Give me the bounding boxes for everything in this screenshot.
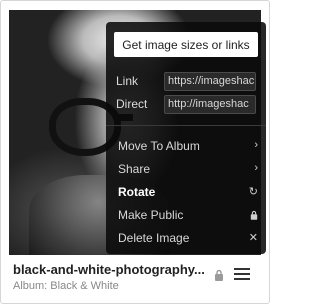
direct-url-field[interactable]: http://imageshac bbox=[164, 95, 256, 114]
direct-link-row: Direct http://imageshac bbox=[116, 95, 258, 114]
chevron-right-icon: › bbox=[254, 162, 258, 174]
menu-item-label: Rotate bbox=[118, 185, 156, 199]
album-label[interactable]: Album: Black & White bbox=[13, 280, 119, 292]
direct-label: Direct bbox=[116, 97, 148, 111]
image-options-menu: Get image sizes or links Link https://im… bbox=[106, 22, 266, 254]
chevron-right-icon: › bbox=[254, 139, 258, 151]
share-item[interactable]: Share › bbox=[118, 161, 258, 179]
rotate-icon: ↻ bbox=[248, 186, 258, 198]
lock-icon bbox=[215, 269, 223, 281]
move-to-album-item[interactable]: Move To Album › bbox=[118, 138, 258, 156]
image-title[interactable]: black-and-white-photography... bbox=[13, 262, 209, 277]
lock-icon bbox=[250, 210, 258, 220]
menu-item-label: Make Public bbox=[118, 208, 184, 222]
menu-divider bbox=[106, 125, 266, 126]
link-label: Link bbox=[116, 74, 139, 88]
make-public-item[interactable]: Make Public bbox=[118, 207, 258, 225]
delete-image-item[interactable]: Delete Image ✕ bbox=[118, 230, 258, 248]
link-row: Link https://imageshac bbox=[116, 72, 258, 91]
menu-item-label: Delete Image bbox=[118, 231, 190, 245]
link-url-field[interactable]: https://imageshac bbox=[164, 72, 256, 91]
get-image-sizes-button[interactable]: Get image sizes or links bbox=[114, 32, 258, 57]
hamburger-menu-icon[interactable] bbox=[234, 267, 250, 281]
image-card: black-and-white-photography... Album: Bl… bbox=[0, 0, 270, 304]
menu-item-label: Move To Album bbox=[118, 139, 200, 153]
menu-item-label: Share bbox=[118, 162, 151, 176]
close-icon: ✕ bbox=[248, 232, 258, 244]
rotate-item[interactable]: Rotate ↻ bbox=[118, 184, 258, 202]
